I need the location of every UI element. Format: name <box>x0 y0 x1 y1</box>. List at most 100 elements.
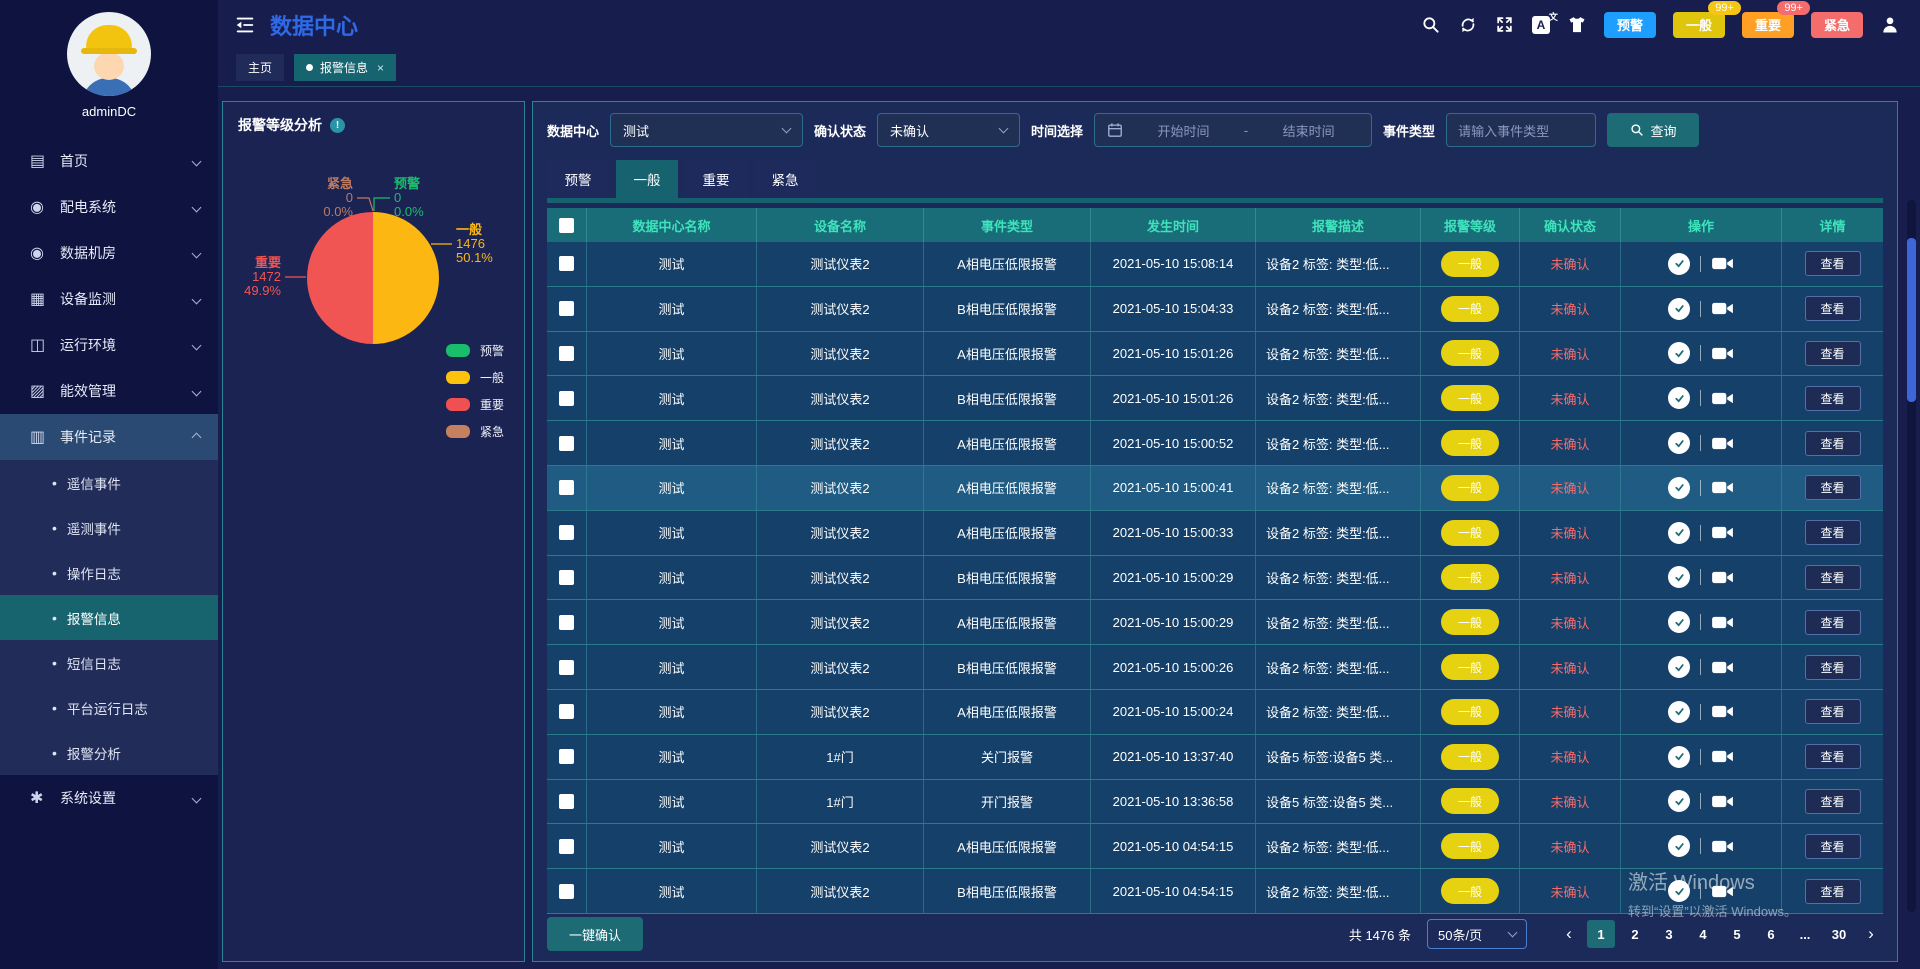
sidebar-item[interactable]: ▨ 能效管理 <box>0 368 218 414</box>
row-checkbox[interactable] <box>559 660 574 675</box>
video-camera-icon[interactable] <box>1711 479 1734 496</box>
sidebar-item[interactable]: ◫ 运行环境 <box>0 322 218 368</box>
row-checkbox[interactable] <box>559 884 574 899</box>
view-button[interactable]: 查看 <box>1805 789 1861 814</box>
view-button[interactable]: 查看 <box>1805 879 1861 904</box>
confirm-check-icon[interactable] <box>1668 701 1690 723</box>
tab-alarm-info[interactable]: 报警信息 × <box>294 54 396 81</box>
confirm-check-icon[interactable] <box>1668 611 1690 633</box>
view-button[interactable]: 查看 <box>1805 386 1861 411</box>
video-camera-icon[interactable] <box>1711 748 1734 765</box>
sidebar-item[interactable]: ▦ 设备监测 <box>0 276 218 322</box>
sidebar-item[interactable]: ▤ 首页 <box>0 138 218 184</box>
confirm-check-icon[interactable] <box>1668 477 1690 499</box>
translate-icon[interactable]: A 文 <box>1532 16 1550 34</box>
submenu-item[interactable]: 短信日志 <box>0 640 218 685</box>
view-button[interactable]: 查看 <box>1805 520 1861 545</box>
theme-shirt-icon[interactable] <box>1567 15 1587 35</box>
row-checkbox[interactable] <box>559 570 574 585</box>
sidebar-item-system-settings[interactable]: ✱ 系统设置 <box>0 775 218 821</box>
page-number[interactable]: 4 <box>1689 920 1717 948</box>
page-number[interactable]: ... <box>1791 920 1819 948</box>
sidebar-item[interactable]: ◉ 配电系统 <box>0 184 218 230</box>
submenu-item[interactable]: 报警信息 <box>0 595 218 640</box>
alarm-level-tab[interactable]: 一般 <box>616 160 678 198</box>
level-button-critical[interactable]: 紧急 <box>1811 12 1863 38</box>
confirm-check-icon[interactable] <box>1668 432 1690 454</box>
scrollbar-thumb[interactable] <box>1907 238 1916 402</box>
submenu-item[interactable]: 操作日志 <box>0 550 218 595</box>
row-checkbox[interactable] <box>559 749 574 764</box>
page-number[interactable]: 5 <box>1723 920 1751 948</box>
sidebar-item[interactable]: ◉ 数据机房 <box>0 230 218 276</box>
level-button-general[interactable]: 一般 <box>1673 12 1725 38</box>
page-number[interactable]: 2 <box>1621 920 1649 948</box>
video-camera-icon[interactable] <box>1711 345 1734 362</box>
tab-home[interactable]: 主页 <box>236 54 284 81</box>
confirm-check-icon[interactable] <box>1668 880 1690 902</box>
event-type-input[interactable]: 请输入事件类型 <box>1446 113 1596 147</box>
level-button-warning[interactable]: 预警 <box>1604 12 1656 38</box>
confirm-check-icon[interactable] <box>1668 746 1690 768</box>
video-camera-icon[interactable] <box>1711 659 1734 676</box>
view-button[interactable]: 查看 <box>1805 431 1861 456</box>
confirm-check-icon[interactable] <box>1668 342 1690 364</box>
row-checkbox[interactable] <box>559 839 574 854</box>
confirm-all-button[interactable]: 一键确认 <box>547 917 643 951</box>
video-camera-icon[interactable] <box>1711 390 1734 407</box>
view-button[interactable]: 查看 <box>1805 699 1861 724</box>
video-camera-icon[interactable] <box>1711 255 1734 272</box>
video-camera-icon[interactable] <box>1711 793 1734 810</box>
view-button[interactable]: 查看 <box>1805 744 1861 769</box>
refresh-icon[interactable] <box>1458 15 1478 35</box>
prev-page-button[interactable]: ‹ <box>1557 924 1581 944</box>
next-page-button[interactable]: › <box>1859 924 1883 944</box>
view-button[interactable]: 查看 <box>1805 834 1861 859</box>
view-button[interactable]: 查看 <box>1805 475 1861 500</box>
confirm-status-select[interactable]: 未确认 <box>877 113 1020 147</box>
view-button[interactable]: 查看 <box>1805 296 1861 321</box>
view-button[interactable]: 查看 <box>1805 251 1861 276</box>
page-size-select[interactable]: 50条/页 <box>1427 919 1527 949</box>
level-button-important[interactable]: 重要 <box>1742 12 1794 38</box>
page-number[interactable]: 3 <box>1655 920 1683 948</box>
data-center-select[interactable]: 测试 <box>610 113 803 147</box>
view-button[interactable]: 查看 <box>1805 341 1861 366</box>
page-number[interactable]: 30 <box>1825 920 1853 948</box>
submenu-item[interactable]: 遥信事件 <box>0 460 218 505</box>
sidebar-item-event-records[interactable]: ▥ 事件记录 <box>0 414 218 460</box>
video-camera-icon[interactable] <box>1711 883 1734 900</box>
confirm-check-icon[interactable] <box>1668 522 1690 544</box>
video-camera-icon[interactable] <box>1711 300 1734 317</box>
row-checkbox[interactable] <box>559 525 574 540</box>
submenu-item[interactable]: 报警分析 <box>0 730 218 775</box>
video-camera-icon[interactable] <box>1711 703 1734 720</box>
confirm-check-icon[interactable] <box>1668 566 1690 588</box>
row-checkbox[interactable] <box>559 615 574 630</box>
alarm-level-tab[interactable]: 重要 <box>685 160 747 198</box>
alarm-level-tab[interactable]: 紧急 <box>754 160 816 198</box>
video-camera-icon[interactable] <box>1711 838 1734 855</box>
page-number[interactable]: 1 <box>1587 920 1615 948</box>
close-icon[interactable]: × <box>377 61 384 75</box>
submenu-item[interactable]: 平台运行日志 <box>0 685 218 730</box>
video-camera-icon[interactable] <box>1711 524 1734 541</box>
row-checkbox[interactable] <box>559 256 574 271</box>
view-button[interactable]: 查看 <box>1805 565 1861 590</box>
menu-fold-icon[interactable] <box>234 14 256 36</box>
alarm-level-tab[interactable]: 预警 <box>547 160 609 198</box>
row-checkbox[interactable] <box>559 436 574 451</box>
video-camera-icon[interactable] <box>1711 435 1734 452</box>
search-icon[interactable] <box>1421 15 1441 35</box>
confirm-check-icon[interactable] <box>1668 253 1690 275</box>
date-range-picker[interactable]: 开始时间 - 结束时间 <box>1094 113 1372 147</box>
view-button[interactable]: 查看 <box>1805 655 1861 680</box>
confirm-check-icon[interactable] <box>1668 387 1690 409</box>
row-checkbox[interactable] <box>559 391 574 406</box>
page-number[interactable]: 6 <box>1757 920 1785 948</box>
row-checkbox[interactable] <box>559 794 574 809</box>
video-camera-icon[interactable] <box>1711 614 1734 631</box>
select-all-checkbox[interactable] <box>559 218 574 233</box>
confirm-check-icon[interactable] <box>1668 298 1690 320</box>
confirm-check-icon[interactable] <box>1668 835 1690 857</box>
